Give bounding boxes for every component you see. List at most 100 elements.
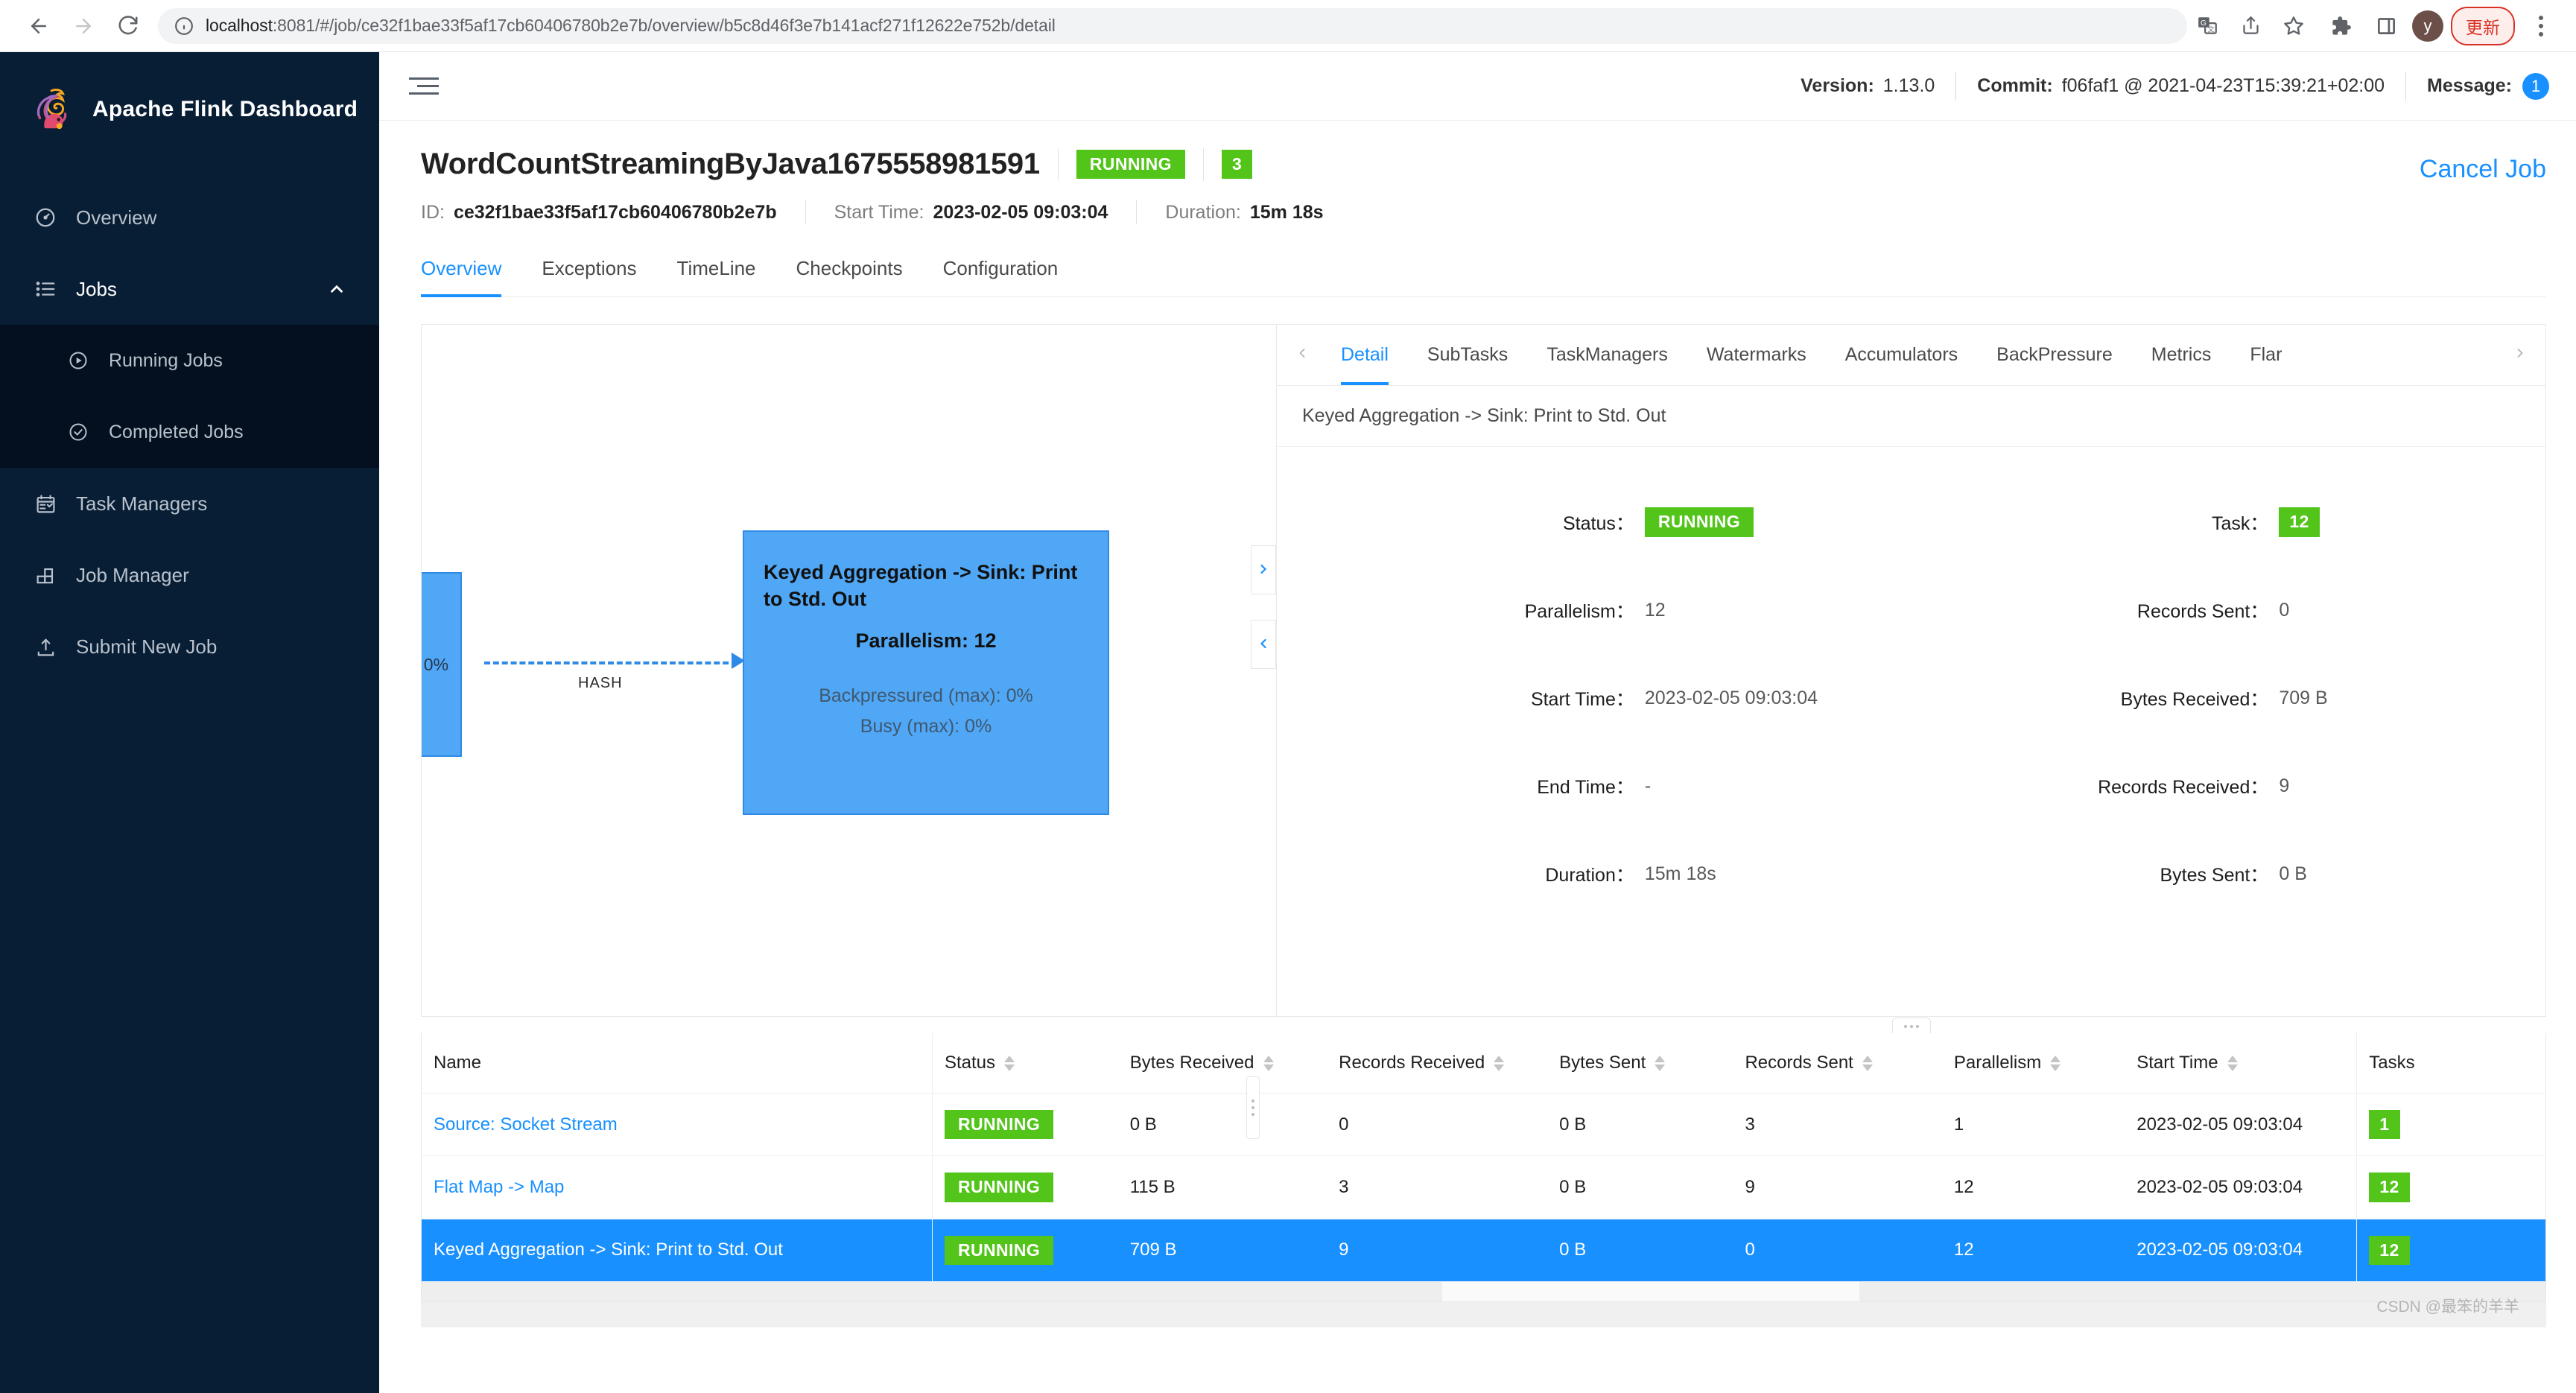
tab-exceptions[interactable]: Exceptions: [542, 250, 636, 296]
graph-scroll-left-button[interactable]: [1251, 620, 1276, 669]
splitter-row: [1276, 1017, 2546, 1034]
sort-icon[interactable]: [1004, 1055, 1015, 1071]
graph-node-parallelism: Parallelism: 12: [855, 629, 997, 652]
tab-overview[interactable]: Overview: [421, 250, 502, 297]
table-header-parallelism[interactable]: Parallelism: [1941, 1033, 2125, 1094]
share-icon[interactable]: [2232, 7, 2269, 45]
sidebar-item-job-manager[interactable]: Job Manager: [0, 539, 379, 611]
row-bytes-sent: 0 B: [1547, 1155, 1733, 1219]
detail-tab-subtasks[interactable]: SubTasks: [1408, 325, 1527, 385]
row-name[interactable]: Source: Socket Stream: [422, 1093, 933, 1157]
kebab-menu-icon[interactable]: [2522, 7, 2560, 45]
row-name[interactable]: Keyed Aggregation -> Sink: Print to Std.…: [422, 1219, 933, 1282]
detail-task-valuebox: 12: [2279, 507, 2545, 537]
table-header-status[interactable]: Status: [931, 1033, 1118, 1094]
address-bar[interactable]: localhost:8081/#/job/ce32f1bae33f5af17cb…: [158, 7, 2187, 44]
sidebar-item-overview[interactable]: Overview: [0, 182, 379, 253]
detail-tab-flamegraph[interactable]: Flar: [2230, 325, 2282, 385]
graph-node-keyed-aggregation[interactable]: Keyed Aggregation -> Sink: Print to Std.…: [743, 530, 1109, 815]
row-name[interactable]: Flat Map -> Map: [422, 1155, 933, 1219]
detail-tab-detail[interactable]: Detail: [1322, 325, 1408, 385]
detail-status-label: Status：: [1562, 513, 1634, 534]
site-info-icon[interactable]: [174, 16, 194, 36]
table-header-start-time[interactable]: Start Time: [2125, 1033, 2357, 1094]
sort-icon[interactable]: [1494, 1055, 1505, 1071]
table-header-label: Tasks: [2369, 1053, 2415, 1073]
detail-field-start-time: Start Time： 2023-02-05 09:03:04: [1277, 654, 1912, 742]
row-records-received: 9: [1327, 1219, 1548, 1282]
divider: [1955, 72, 1957, 101]
horizontal-scrollbar-thumb[interactable]: [1442, 1281, 1859, 1301]
table-header-bytes-sent[interactable]: Bytes Sent: [1547, 1033, 1733, 1094]
star-icon[interactable]: [2275, 7, 2312, 45]
table-header-name[interactable]: Name: [422, 1033, 933, 1094]
job-start-time-label: Start Time:: [834, 201, 924, 223]
row-status: RUNNING: [931, 1155, 1118, 1219]
row-records-received: 0: [1327, 1093, 1548, 1157]
detail-field-status: Status： RUNNING: [1277, 478, 1912, 566]
puzzle-icon[interactable]: [2323, 7, 2360, 45]
tab-checkpoints[interactable]: Checkpoints: [796, 250, 903, 296]
detail-field-end-time: End Time： -: [1277, 742, 1912, 830]
sidebar-item-jobs[interactable]: Jobs: [0, 253, 379, 325]
tab-timeline[interactable]: TimeLine: [677, 250, 756, 296]
job-graph[interactable]: : 0% HASH Keyed Aggregation -> Sink: Pri…: [421, 324, 1276, 1017]
back-arrow-icon[interactable]: [16, 4, 61, 48]
hamburger-icon[interactable]: [409, 77, 439, 95]
tasks-badge: 12: [2369, 1235, 2410, 1265]
reload-icon[interactable]: [106, 4, 150, 48]
side-panel-icon[interactable]: [2367, 7, 2405, 45]
commit-label: Commit:: [1977, 75, 2053, 96]
sidebar-item-running-jobs[interactable]: Running Jobs: [0, 325, 379, 396]
table-row[interactable]: Flat Map -> Map RUNNING 115 B 3 0 B 9 12…: [422, 1155, 2545, 1219]
update-button[interactable]: 更新: [2451, 6, 2515, 45]
table-header-tasks[interactable]: Tasks: [2356, 1033, 2545, 1094]
graph-node-partial[interactable]: : 0%: [422, 572, 462, 757]
sidebar-item-completed-jobs[interactable]: Completed Jobs: [0, 396, 379, 468]
detail-tab-accumulators[interactable]: Accumulators: [1826, 325, 1977, 385]
detail-tab-taskmanagers[interactable]: TaskManagers: [1527, 325, 1687, 385]
table-header-bytes-received[interactable]: Bytes Received: [1117, 1033, 1327, 1094]
row-tasks: 1: [2356, 1093, 2545, 1157]
chevron-up-icon[interactable]: [327, 279, 346, 299]
sort-icon[interactable]: [1655, 1055, 1666, 1071]
row-start-time: 2023-02-05 09:03:04: [2125, 1219, 2357, 1282]
cancel-job-button[interactable]: Cancel Job: [2420, 155, 2546, 184]
row-tasks: 12: [2356, 1155, 2545, 1219]
sort-icon[interactable]: [2050, 1055, 2061, 1071]
sort-icon[interactable]: [1263, 1055, 1274, 1071]
sidebar-item-submit-new-job[interactable]: Submit New Job: [0, 611, 379, 682]
detail-bytes-sent-value: 0 B: [2279, 863, 2307, 884]
row-start-time: 2023-02-05 09:03:04: [2125, 1093, 2357, 1157]
tab-configuration[interactable]: Configuration: [943, 250, 1059, 296]
detail-tab-backpressure[interactable]: BackPressure: [1977, 325, 2132, 385]
translate-icon[interactable]: G文: [2189, 7, 2226, 45]
message-count-badge[interactable]: 1: [2522, 72, 2549, 100]
avatar[interactable]: y: [2412, 10, 2443, 42]
version-label: Version:: [1801, 75, 1874, 97]
table-row[interactable]: Source: Socket Stream RUNNING 0 B 0 0 B …: [422, 1093, 2545, 1157]
table-header-records-sent[interactable]: Records Sent: [1733, 1033, 1942, 1094]
detail-tabs-next-icon[interactable]: [2501, 345, 2539, 366]
sidebar-item-task-managers[interactable]: Task Managers: [0, 468, 379, 539]
job-duration-value: 15m 18s: [1249, 201, 1324, 223]
forward-arrow-icon[interactable]: [61, 4, 106, 48]
table-header-label: Records Sent: [1745, 1053, 1853, 1073]
table-header-records-received[interactable]: Records Received: [1327, 1033, 1548, 1094]
row-bytes-sent: 0 B: [1547, 1219, 1733, 1282]
detail-tab-metrics[interactable]: Metrics: [2132, 325, 2231, 385]
graph-edge-label: HASH: [578, 675, 623, 691]
graph-scroll-right-button[interactable]: [1251, 545, 1276, 594]
row-bytes-sent: 0 B: [1547, 1093, 1733, 1157]
horizontal-scrollbar[interactable]: [422, 1281, 2545, 1301]
sort-icon[interactable]: [2227, 1055, 2238, 1071]
table-row[interactable]: Keyed Aggregation -> Sink: Print to Std.…: [422, 1219, 2545, 1282]
detail-tab-watermarks[interactable]: Watermarks: [1687, 325, 1826, 385]
detail-subtitle: Keyed Aggregation -> Sink: Print to Std.…: [1277, 386, 2545, 447]
row-tasks: 12: [2356, 1219, 2545, 1282]
column-resize-handle[interactable]: [1246, 1076, 1260, 1139]
brand[interactable]: Apache Flink Dashboard: [0, 73, 379, 146]
vertical-splitter-handle[interactable]: [1891, 1018, 1931, 1034]
detail-tabs-prev-icon[interactable]: [1283, 345, 1322, 366]
sort-icon[interactable]: [1862, 1055, 1873, 1071]
